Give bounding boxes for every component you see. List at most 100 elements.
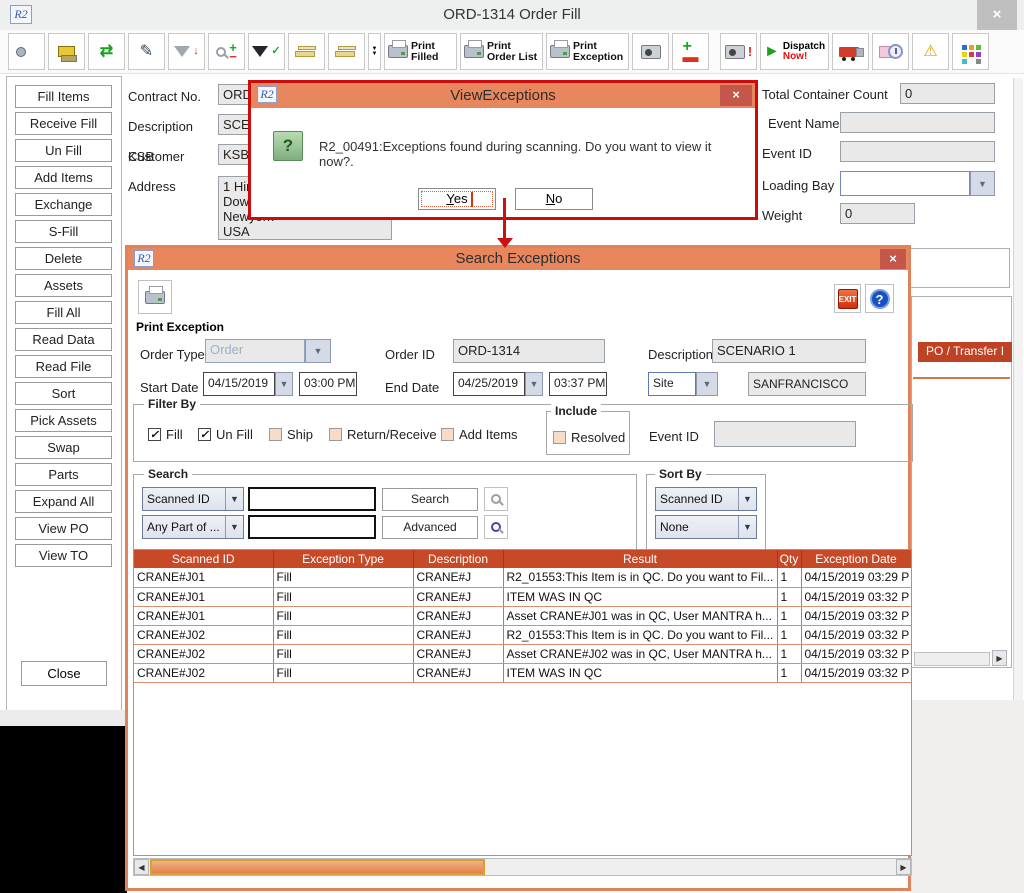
- zoom-button[interactable]: +−: [208, 33, 245, 70]
- sidebar-button[interactable]: Fill All: [15, 301, 112, 324]
- sidebar-button[interactable]: Add Items: [15, 166, 112, 189]
- search-lookup-button[interactable]: [484, 487, 508, 511]
- edit-button[interactable]: ✎: [128, 33, 165, 70]
- sidebar-button[interactable]: View TO: [15, 544, 112, 567]
- ship-button[interactable]: [832, 33, 869, 70]
- loading-bay-dropdown[interactable]: ▼: [970, 171, 995, 196]
- column-header[interactable]: Exception Type: [273, 550, 413, 568]
- filter-unfill-checkbox[interactable]: Un Fill: [198, 427, 253, 442]
- no-button[interactable]: No: [515, 188, 593, 210]
- table-hscrollbar[interactable]: ◀ ▶: [133, 858, 912, 876]
- site-dropdown[interactable]: ▼: [696, 372, 718, 396]
- filter-add-items-checkbox[interactable]: Add Items: [441, 427, 518, 442]
- pick-button[interactable]: [48, 33, 85, 70]
- search-input2[interactable]: [248, 515, 376, 539]
- column-header[interactable]: Scanned ID: [134, 550, 273, 568]
- sidebar-button[interactable]: Parts: [15, 463, 112, 486]
- close-button[interactable]: ×: [880, 249, 906, 269]
- start-time-field[interactable]: 03:00 PM: [299, 372, 357, 396]
- column-header[interactable]: Result: [503, 550, 777, 568]
- scan-button[interactable]: [632, 33, 669, 70]
- print-filled-button[interactable]: Print Filled: [384, 33, 457, 70]
- sidebar-button[interactable]: Expand All: [15, 490, 112, 513]
- column-header[interactable]: Exception Date: [801, 550, 911, 568]
- sidebar-button[interactable]: Fill Items: [15, 85, 112, 108]
- end-date-field[interactable]: 04/25/2019: [453, 372, 525, 396]
- end-time-field[interactable]: 03:37 PM: [549, 372, 607, 396]
- sidebar-button[interactable]: Assets: [15, 274, 112, 297]
- sort-stack-button[interactable]: [288, 33, 325, 70]
- filter-ok-button[interactable]: ✓: [248, 33, 285, 70]
- close-button[interactable]: ×: [720, 85, 752, 106]
- print-order-list-button[interactable]: Print Order List: [460, 33, 543, 70]
- print-exception-button[interactable]: [138, 280, 172, 314]
- sort1-combo[interactable]: Scanned ID▼: [655, 487, 757, 511]
- funnel-icon: [174, 46, 190, 57]
- filter-fill-checkbox[interactable]: Fill: [148, 427, 183, 442]
- search-field2-combo[interactable]: Any Part of ...▼: [142, 515, 244, 539]
- sort2-combo[interactable]: None▼: [655, 515, 757, 539]
- table-cell: CRANE#J01: [134, 587, 273, 606]
- find-button[interactable]: [8, 33, 45, 70]
- advanced-button[interactable]: Advanced: [382, 516, 478, 539]
- close-order-button[interactable]: Close: [21, 661, 107, 686]
- sidebar-button[interactable]: Delete: [15, 247, 112, 270]
- filter-ship-checkbox[interactable]: Ship: [269, 427, 313, 442]
- search-field1-combo[interactable]: Scanned ID▼: [142, 487, 244, 511]
- filter-down-button[interactable]: ↓: [168, 33, 205, 70]
- end-date-dropdown[interactable]: ▼: [525, 372, 543, 396]
- filter-return-receive-checkbox[interactable]: Return/Receive: [329, 427, 437, 442]
- sidebar-button[interactable]: Read File: [15, 355, 112, 378]
- search-input1[interactable]: [248, 487, 376, 511]
- add-remove-button[interactable]: +▬: [672, 33, 709, 70]
- column-header[interactable]: Description: [413, 550, 503, 568]
- loading-bay-field[interactable]: [840, 171, 970, 196]
- dispatch-now-button[interactable]: ►DispatchNow!: [760, 33, 829, 70]
- print-exception-button[interactable]: Print Exception: [546, 33, 629, 70]
- table-row[interactable]: CRANE#J02FillCRANE#JAsset CRANE#J02 was …: [134, 644, 911, 663]
- yes-button[interactable]: Yes: [418, 188, 496, 210]
- advanced-lookup-button[interactable]: [484, 515, 508, 539]
- sidebar-button[interactable]: Receive Fill: [15, 112, 112, 135]
- exception-report-button[interactable]: ⚠: [912, 33, 949, 70]
- site-name-field[interactable]: SANFRANCISCO: [748, 372, 866, 396]
- include-resolved-checkbox[interactable]: Resolved: [553, 430, 625, 445]
- funnel-dark-icon: [252, 46, 268, 57]
- help-button[interactable]: ?: [865, 284, 894, 313]
- stack-alt-button[interactable]: [328, 33, 365, 70]
- scroll-right-arrow[interactable]: ▶: [896, 859, 911, 875]
- search-button[interactable]: Search: [382, 488, 478, 511]
- sidebar-button[interactable]: View PO: [15, 517, 112, 540]
- scroll-left-arrow[interactable]: ◀: [134, 859, 149, 875]
- column-header[interactable]: Qty: [777, 550, 801, 568]
- refresh-button[interactable]: ⇄: [88, 33, 125, 70]
- multi-select-button[interactable]: [952, 33, 989, 70]
- stack-dropdown-button[interactable]: ▼▼: [368, 33, 381, 70]
- background-scrollbar-track[interactable]: [914, 652, 990, 666]
- close-button[interactable]: ×: [977, 0, 1017, 30]
- start-date-field[interactable]: 04/15/2019: [203, 372, 275, 396]
- order-id-field[interactable]: ORD-1314: [453, 339, 605, 363]
- start-date-dropdown[interactable]: ▼: [275, 372, 293, 396]
- table-row[interactable]: CRANE#J02FillCRANE#JR2_01553:This Item i…: [134, 625, 911, 644]
- sidebar-button[interactable]: Read Data: [15, 328, 112, 351]
- sidebar-button[interactable]: Exchange: [15, 193, 112, 216]
- sidebar-button[interactable]: Swap: [15, 436, 112, 459]
- exit-button[interactable]: EXIT: [834, 284, 861, 313]
- background-scroll-right[interactable]: ▶: [992, 650, 1007, 666]
- table-row[interactable]: CRANE#J01FillCRANE#JITEM WAS IN QC104/15…: [134, 587, 911, 606]
- main-vertical-scrollbar[interactable]: [1013, 78, 1023, 700]
- table-row[interactable]: CRANE#J02FillCRANE#JITEM WAS IN QC104/15…: [134, 663, 911, 682]
- sidebar-button[interactable]: S-Fill: [15, 220, 112, 243]
- order-type-combo[interactable]: Order: [205, 339, 305, 363]
- sidebar-button[interactable]: Un Fill: [15, 139, 112, 162]
- schedule-button[interactable]: [872, 33, 909, 70]
- order-type-dropdown[interactable]: ▼: [305, 339, 331, 363]
- scan-alert-button[interactable]: !: [720, 33, 757, 70]
- sidebar-button[interactable]: Pick Assets: [15, 409, 112, 432]
- site-combo[interactable]: Site: [648, 372, 696, 396]
- table-row[interactable]: CRANE#J01FillCRANE#JAsset CRANE#J01 was …: [134, 606, 911, 625]
- table-row[interactable]: CRANE#J01FillCRANE#JR2_01553:This Item i…: [134, 568, 911, 587]
- scrollbar-thumb[interactable]: [150, 859, 485, 875]
- sidebar-button[interactable]: Sort: [15, 382, 112, 405]
